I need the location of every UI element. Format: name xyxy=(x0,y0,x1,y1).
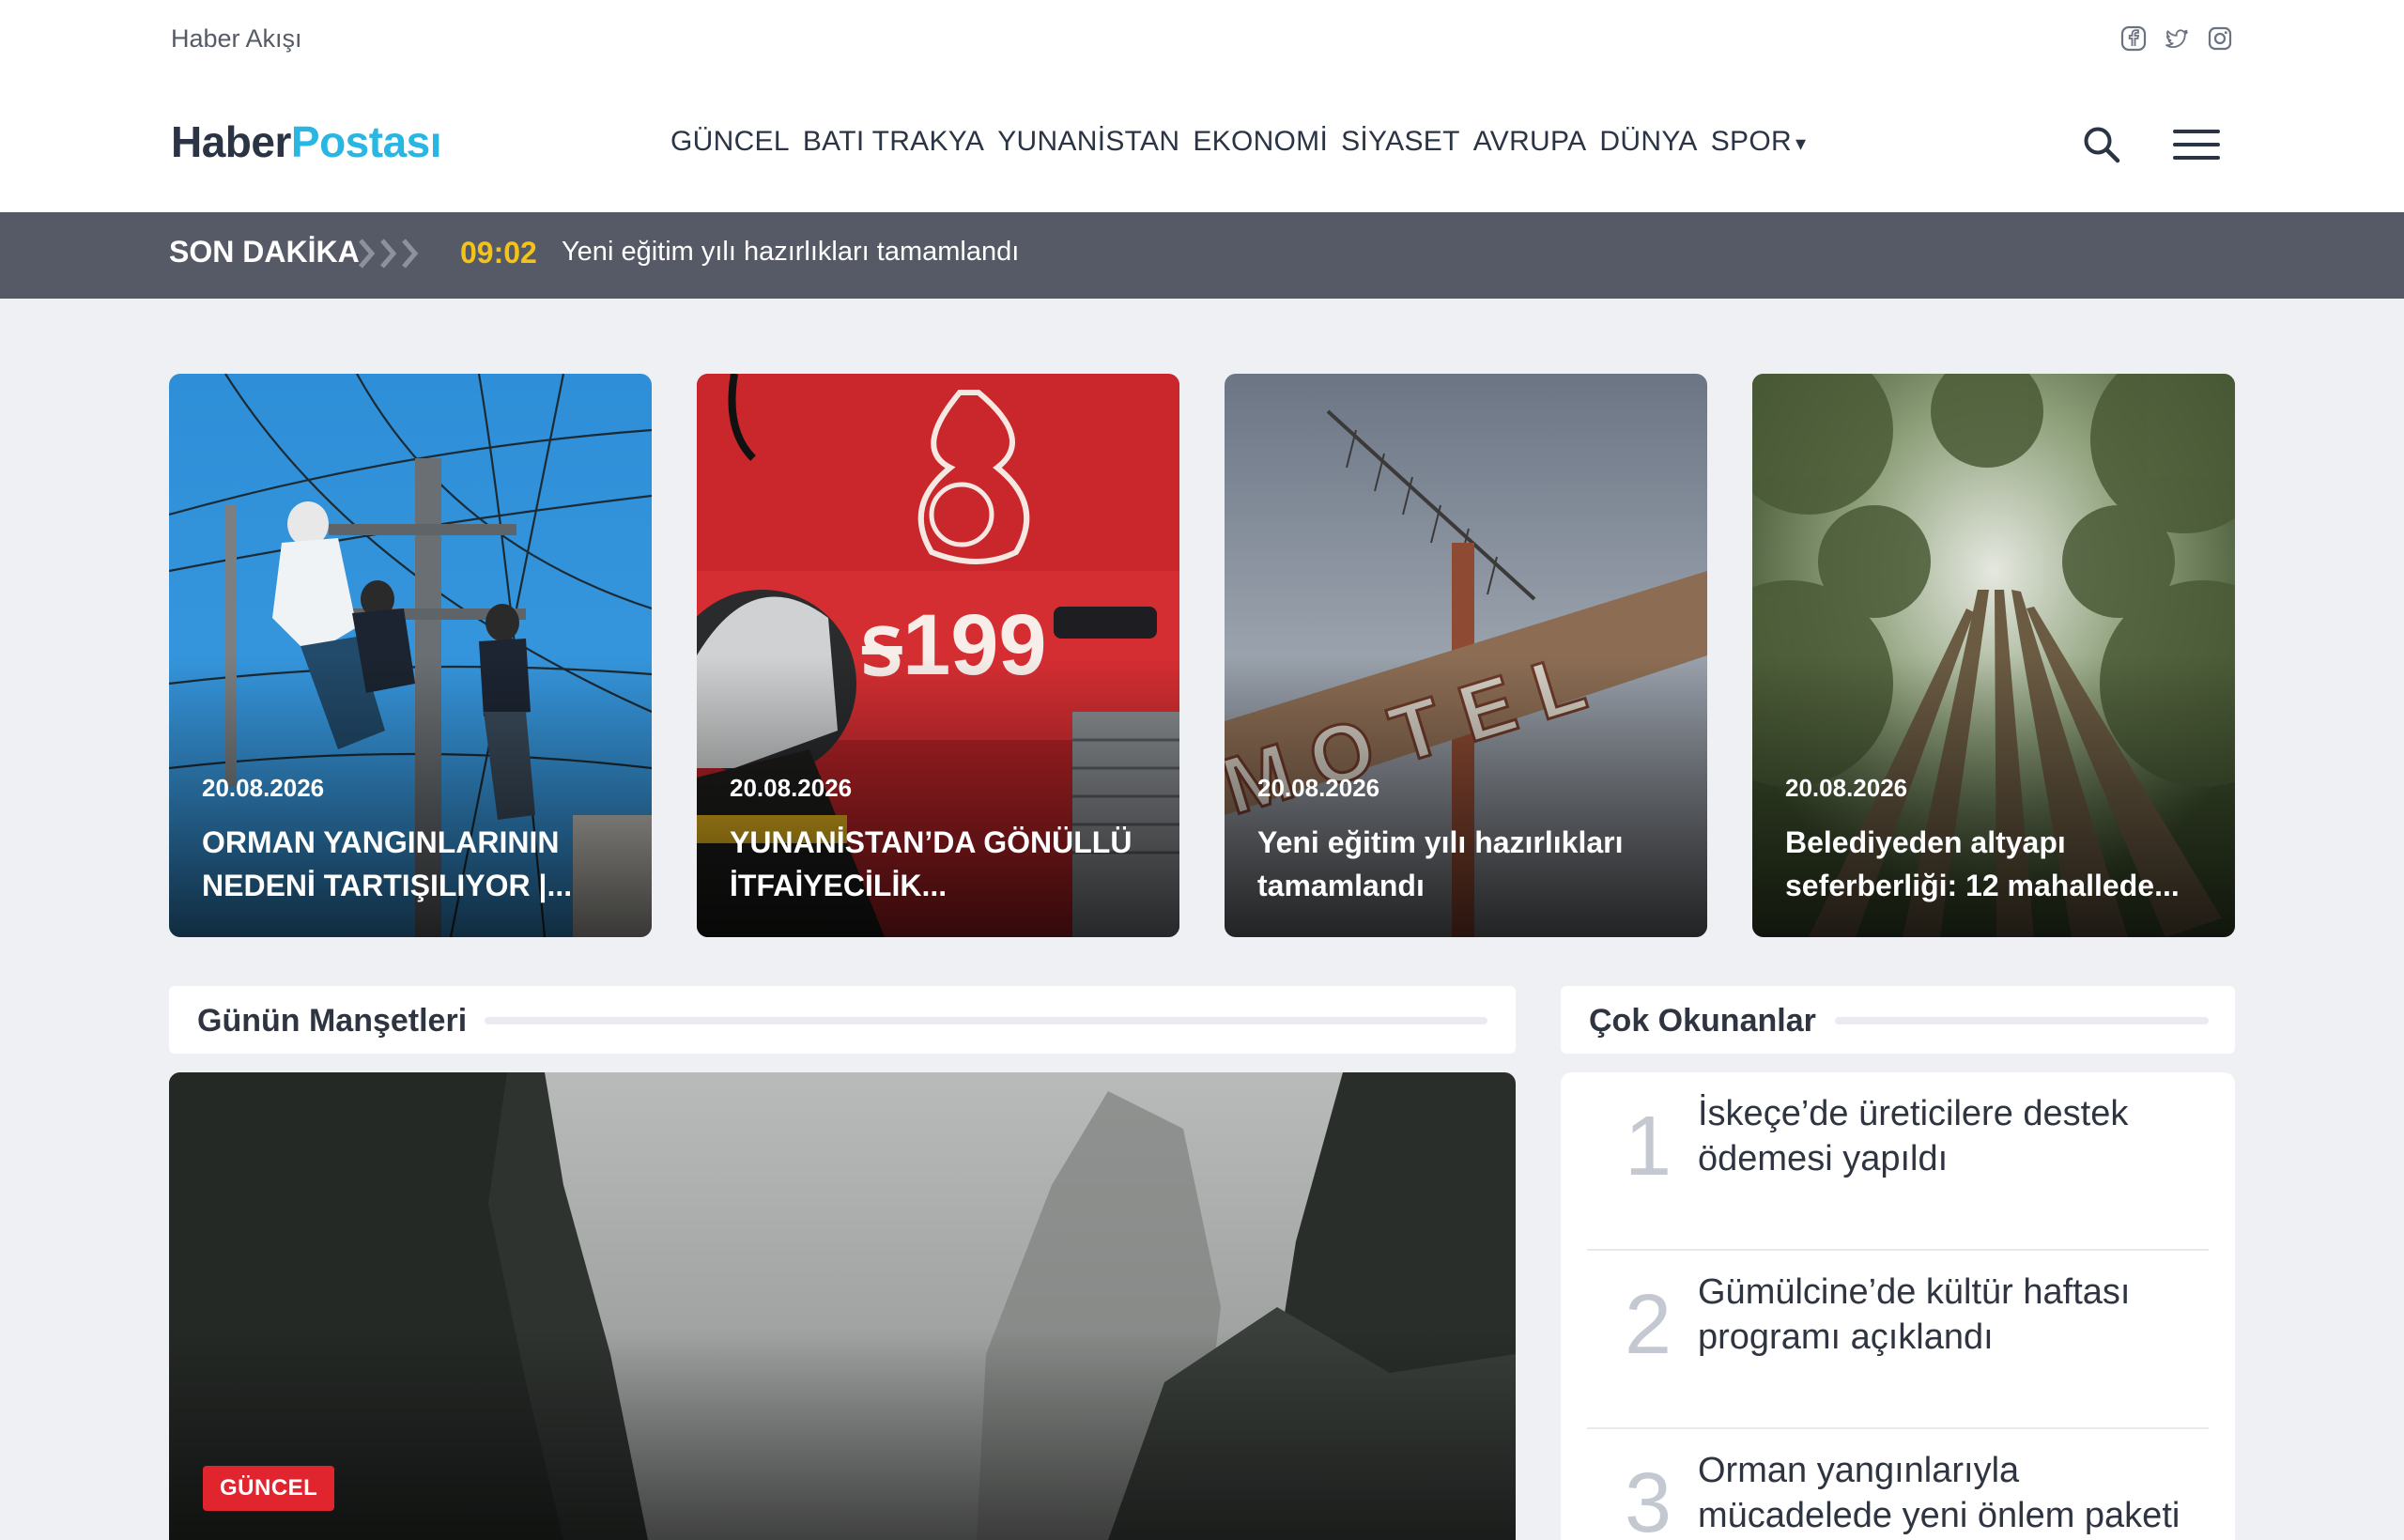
breaking-news-bar: SON DAKİKA 09:02 Yeni eğitim yılı hazırl… xyxy=(0,212,2404,299)
twitter-icon[interactable] xyxy=(2164,25,2190,52)
nav-item-bati-trakya[interactable]: BATI TRAKYA xyxy=(803,126,984,158)
card-date: 20.08.2026 xyxy=(202,774,325,802)
nav-item-spor-label: SPOR xyxy=(1710,126,1792,157)
list-item-title[interactable]: Gümülcine’de kültür haftası programı açı… xyxy=(1698,1270,2205,1360)
section-divider xyxy=(485,1017,1487,1024)
news-card[interactable]: M O T E L 20.08.2026 Yeni eğitim yılı ha… xyxy=(1225,374,1707,937)
rank-number: 3 xyxy=(1625,1456,1672,1540)
card-date: 20.08.2026 xyxy=(1785,774,1908,802)
list-item[interactable]: 3 Orman yangınlarıyla mücadelede yeni ön… xyxy=(1587,1429,2209,1540)
nav-item-guncel[interactable]: GÜNCEL xyxy=(670,126,790,158)
hamburger-menu-icon[interactable] xyxy=(2173,128,2220,162)
nav-item-siyaset[interactable]: SİYASET xyxy=(1341,126,1460,158)
rank-number: 2 xyxy=(1625,1278,1672,1372)
nav-item-dunya[interactable]: DÜNYA xyxy=(1599,126,1697,158)
list-item[interactable]: 2 Gümülcine’de kültür haftası programı a… xyxy=(1587,1251,2209,1429)
chevron-down-icon: ▾ xyxy=(1795,131,1807,155)
breaking-label: SON DAKİKA xyxy=(169,235,360,269)
nav-item-avrupa[interactable]: AVRUPA xyxy=(1473,126,1587,158)
top-bar: Haber Akışı xyxy=(0,0,2404,79)
instagram-icon[interactable] xyxy=(2207,25,2233,52)
news-card[interactable]: 20.08.2026 ORMAN YANGINLARININ NEDENİ TA… xyxy=(169,374,652,937)
card-title[interactable]: Yeni eğitim yılı hazırlıkları tamamlandı xyxy=(1257,821,1680,907)
breaking-headline[interactable]: Yeni eğitim yılı hazırlıkları tamamlandı xyxy=(562,237,1019,268)
news-flow-link[interactable]: Haber Akışı xyxy=(171,24,302,54)
list-item-title[interactable]: Orman yangınlarıyla mücadelede yeni önle… xyxy=(1698,1448,2205,1538)
main-nav: GÜNCEL BATI TRAKYA YUNANİSTAN EKONOMİ Sİ… xyxy=(670,126,1806,158)
card-date: 20.08.2026 xyxy=(730,774,853,802)
card-title[interactable]: Belediyeden altyapı seferberliği: 12 mah… xyxy=(1785,821,2208,907)
section-title: Çok Okunanlar xyxy=(1589,1003,1816,1039)
nav-item-yunanistan[interactable]: YUNANİSTAN xyxy=(997,126,1179,158)
logo-part-haber: Haber xyxy=(171,117,291,166)
card-date: 20.08.2026 xyxy=(1257,774,1380,802)
list-item-title[interactable]: İskeçe’de üreticilere destek ödemesi yap… xyxy=(1698,1091,2205,1181)
featured-headline[interactable]: GÜNCEL xyxy=(169,1072,1516,1540)
list-item[interactable]: 1 İskeçe’de üreticilere destek ödemesi y… xyxy=(1587,1072,2209,1251)
section-title: Günün Manşetleri xyxy=(197,1003,468,1039)
search-icon[interactable] xyxy=(2081,124,2122,165)
facebook-icon[interactable] xyxy=(2120,25,2147,52)
rank-number: 1 xyxy=(1625,1100,1672,1194)
nav-item-spor[interactable]: SPOR ▾ xyxy=(1711,126,1807,158)
card-title[interactable]: YUNANİSTAN’DA GÖNÜLLÜ İTFAİYECİLİK... xyxy=(730,821,1152,907)
card-title[interactable]: ORMAN YANGINLARININ NEDENİ TARTIŞILIYOR … xyxy=(202,821,624,907)
featured-image xyxy=(169,1072,1516,1540)
popular-section-header: Çok Okunanlar xyxy=(1561,986,2235,1054)
category-badge[interactable]: GÜNCEL xyxy=(203,1466,335,1511)
news-card[interactable]: ꟊ199 20.08.2026 YUNANİSTAN’DA GÖNÜLLÜ İT… xyxy=(697,374,1179,937)
chevrons-right-icon xyxy=(359,239,419,269)
site-header: HaberPostası GÜNCEL BATI TRAKYA YUNANİST… xyxy=(0,79,2404,212)
nav-item-ekonomi[interactable]: EKONOMİ xyxy=(1193,126,1328,158)
headlines-section-header: Günün Manşetleri xyxy=(169,986,1516,1054)
site-logo[interactable]: HaberPostası xyxy=(171,116,442,167)
logo-part-postasi: Postası xyxy=(290,117,442,166)
breaking-time: 09:02 xyxy=(460,236,537,270)
news-card[interactable]: 20.08.2026 Belediyeden altyapı seferberl… xyxy=(1752,374,2235,937)
most-read-list: 1 İskeçe’de üreticilere destek ödemesi y… xyxy=(1561,1072,2235,1540)
section-divider xyxy=(1835,1017,2209,1024)
